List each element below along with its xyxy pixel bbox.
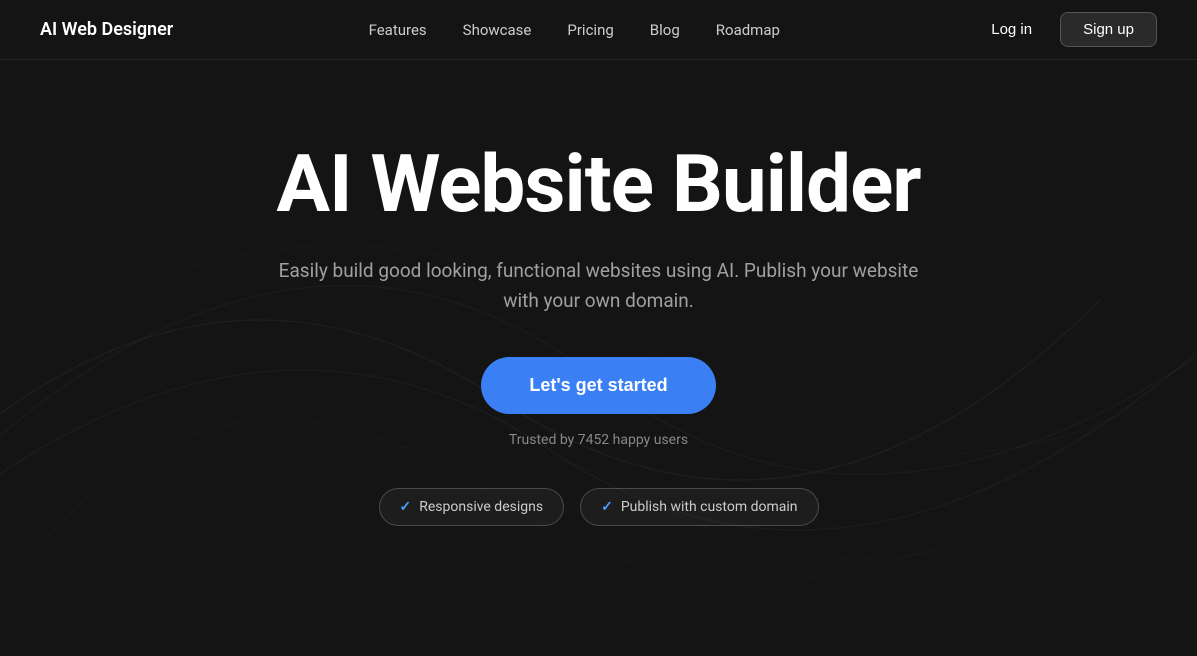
- brand-logo: AI Web Designer: [40, 19, 173, 40]
- badge-responsive: ✓ Responsive designs: [379, 488, 565, 526]
- feature-badges: ✓ Responsive designs ✓ Publish with cust…: [379, 488, 819, 526]
- checkmark-icon: ✓: [400, 499, 412, 515]
- badge-custom-domain: ✓ Publish with custom domain: [580, 488, 818, 526]
- nav-actions: Log in Sign up: [975, 12, 1157, 47]
- cta-button[interactable]: Let's get started: [481, 357, 715, 414]
- login-button[interactable]: Log in: [975, 13, 1048, 46]
- trusted-text: Trusted by 7452 happy users: [509, 432, 688, 448]
- hero-section: AI Website Builder Easily build good loo…: [0, 60, 1197, 566]
- nav-item-blog[interactable]: Blog: [650, 20, 680, 39]
- checkmark-icon: ✓: [601, 499, 613, 515]
- badge-custom-domain-label: Publish with custom domain: [621, 499, 798, 515]
- nav-item-pricing[interactable]: Pricing: [567, 20, 613, 39]
- nav-links: Features Showcase Pricing Blog Roadmap: [369, 20, 780, 39]
- navbar: AI Web Designer Features Showcase Pricin…: [0, 0, 1197, 60]
- signup-button[interactable]: Sign up: [1060, 12, 1157, 47]
- hero-title: AI Website Builder: [276, 140, 920, 228]
- nav-item-roadmap[interactable]: Roadmap: [716, 20, 780, 39]
- badge-responsive-label: Responsive designs: [419, 499, 543, 515]
- hero-subtitle: Easily build good looking, functional we…: [269, 256, 929, 317]
- nav-item-features[interactable]: Features: [369, 20, 427, 39]
- nav-item-showcase[interactable]: Showcase: [463, 20, 532, 39]
